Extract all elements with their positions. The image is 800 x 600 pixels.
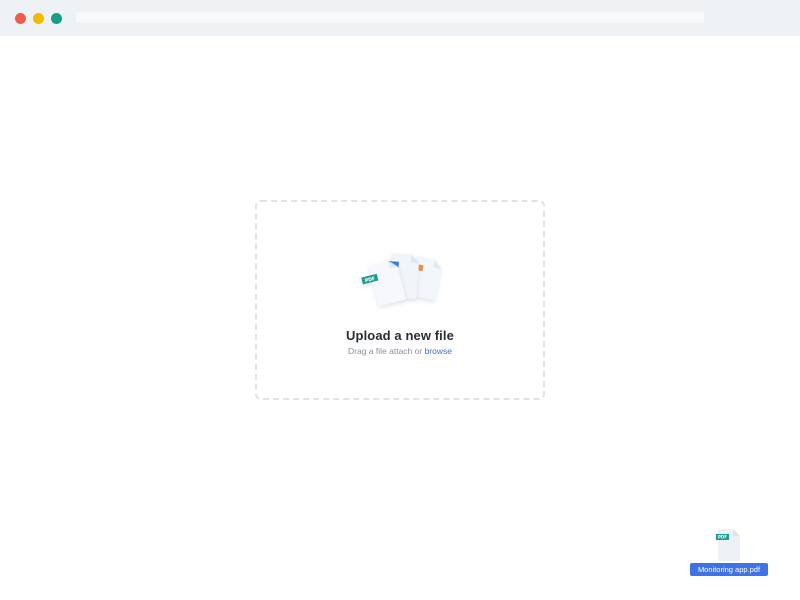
browser-titlebar <box>0 0 800 36</box>
dragged-file-name: Monitoring app.pdf <box>690 563 768 576</box>
upload-subtitle: Drag a file attach or browse <box>257 346 543 356</box>
upload-instructions: Drag a file attach or <box>348 346 425 356</box>
upload-title: Upload a new file <box>346 328 454 343</box>
pdf-file-icon: PDF <box>716 529 740 561</box>
maximize-window-button[interactable] <box>51 13 62 24</box>
file-drop-zone[interactable]: PDF Upload a new file Drag a file attach… <box>255 200 545 400</box>
close-window-button[interactable] <box>15 13 26 24</box>
address-bar[interactable] <box>76 12 704 23</box>
dragged-file-badge: PDF <box>718 535 727 540</box>
dragged-file[interactable]: PDF Monitoring app.pdf <box>690 528 768 576</box>
browse-link[interactable]: browse <box>425 346 452 356</box>
minimize-window-button[interactable] <box>33 13 44 24</box>
files-illustration-icon: PDF <box>361 253 442 307</box>
